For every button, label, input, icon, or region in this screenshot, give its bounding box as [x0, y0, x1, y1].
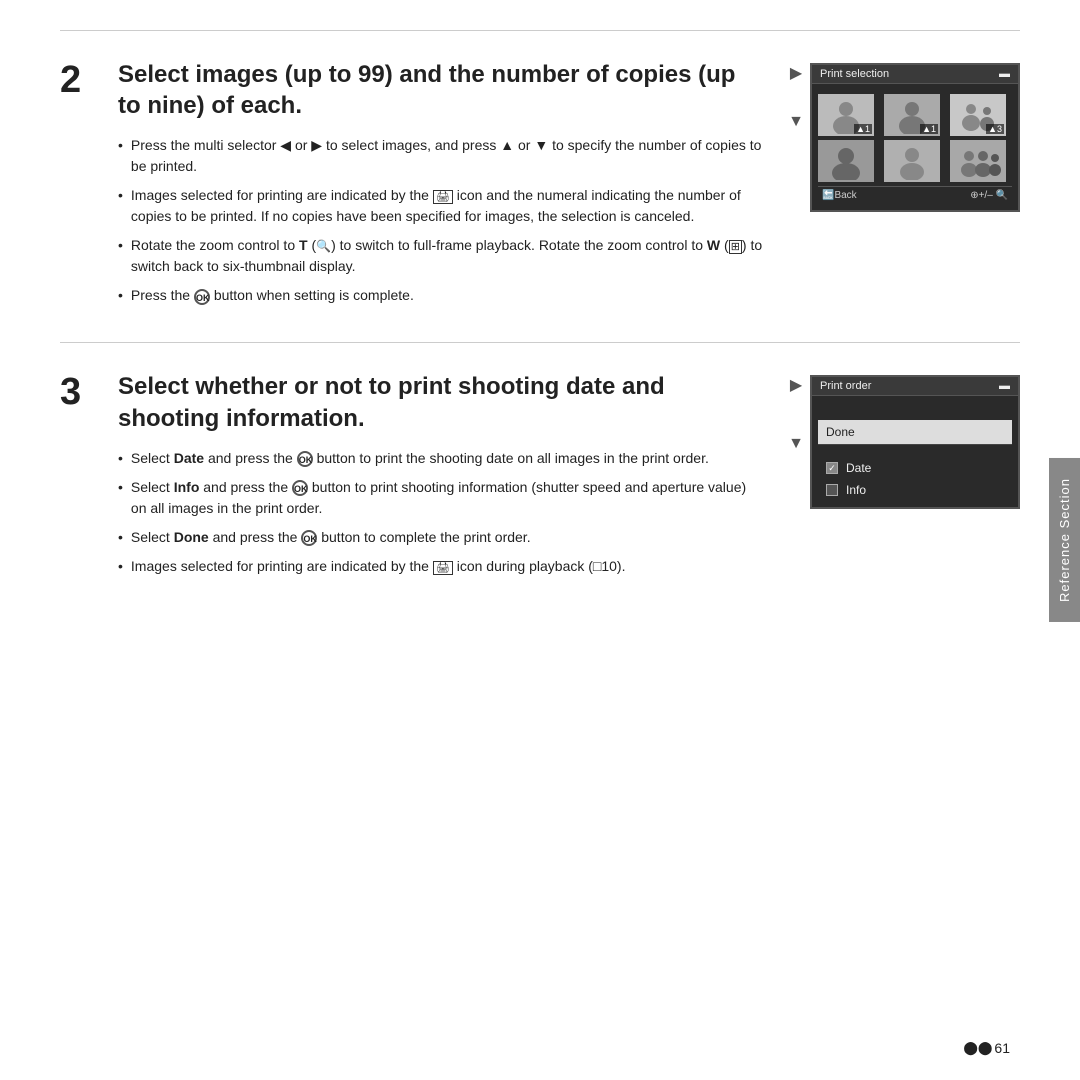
po-info-item: Info: [818, 479, 1012, 501]
bullet-3-3: Select Done and press the OK button to c…: [118, 527, 764, 548]
po-spacer: [818, 402, 1012, 420]
page-container: 2 Select images (up to 99) and the numbe…: [0, 0, 1080, 1080]
bullet-2-3-text: Rotate the zoom control to T (🔍) to swit…: [131, 235, 764, 277]
page-num-text: 61: [994, 1040, 1010, 1056]
bullet-2-2: Images selected for printing are indicat…: [118, 185, 764, 227]
section-2-content: Select images (up to 99) and the number …: [118, 59, 1020, 314]
camera-icon: ⬤⬤: [963, 1040, 992, 1056]
thumbnail-4: [818, 140, 874, 182]
thumb-3-count: ▲3: [986, 124, 1004, 134]
page-number: ⬤⬤ 61: [963, 1040, 1010, 1056]
down-arrow-icon-3: ▼: [788, 435, 804, 453]
section-2-bullets: Press the multi selector ◀ or ▶ to selec…: [118, 135, 764, 306]
reference-section-tab: Reference Section: [1049, 458, 1080, 622]
bullet-2-4: Press the OK button when setting is comp…: [118, 285, 764, 306]
bullet-2-4-text: Press the OK button when setting is comp…: [131, 285, 764, 306]
bullet-2-1-text: Press the multi selector ◀ or ▶ to selec…: [131, 135, 764, 177]
section-3-wrapper: Select whether or not to print shooting …: [118, 371, 1020, 584]
bullet-3-1-text: Select Date and press the OK button to p…: [131, 448, 764, 469]
ok-icon-3-1: OK: [297, 451, 313, 467]
thumb-1-count: ▲1: [854, 124, 872, 134]
section-2-number: 2: [60, 61, 98, 99]
thumbnails-row1: ▲1 ▲1: [818, 94, 1012, 136]
po-date-item: ✓ Date: [818, 457, 1012, 479]
play-arrow-icon-3: ▶: [790, 375, 802, 395]
thumbnails-row2: [818, 140, 1012, 182]
bullet-2-2-text: Images selected for printing are indicat…: [131, 185, 764, 227]
bullet-3-4: Images selected for printing are indicat…: [118, 556, 764, 577]
screen-title-2: Print selection: [820, 68, 889, 80]
section-3-heading: Select whether or not to print shooting …: [118, 371, 764, 433]
section-2-wrapper: Select images (up to 99) and the number …: [118, 59, 1020, 314]
bullet-3-2-text: Select Info and press the OK button to p…: [131, 477, 764, 519]
info-label: Info: [846, 483, 866, 497]
screen-nav-2: 🔙Back ⊕+/– 🔍: [818, 186, 1012, 204]
section-3: 3 Select whether or not to print shootin…: [60, 342, 1020, 604]
zoom-label: ⊕+/– 🔍: [970, 190, 1008, 201]
thumb-6-svg: [953, 142, 1003, 180]
po-title: Print order: [820, 380, 871, 392]
screen-body-2: ▲1 ▲1: [812, 84, 1018, 210]
nav-arrows-2: ▶ ▼: [788, 63, 804, 131]
bullet-3-2: Select Info and press the OK button to p…: [118, 477, 764, 519]
po-spacer2: [818, 445, 1012, 457]
thumbnail-6: [950, 140, 1006, 182]
section-3-number: 3: [60, 373, 98, 411]
thumb-4-svg: [821, 142, 871, 180]
bullet-3-3-text: Select Done and press the OK button to c…: [131, 527, 764, 548]
date-checkbox: ✓: [826, 462, 838, 474]
po-body: Done ✓ Date Info: [812, 396, 1018, 507]
section-3-left: Select whether or not to print shooting …: [118, 371, 764, 584]
section-3-screen-panel: ▶ ▼ Print order ▬ Done: [788, 375, 1020, 509]
nav-arrows-3: ▶ ▼: [788, 375, 804, 453]
down-arrow-icon: ▼: [788, 113, 804, 131]
section-2: 2 Select images (up to 99) and the numbe…: [60, 30, 1020, 334]
thumb-5-svg: [887, 142, 937, 180]
bullet-2-1: Press the multi selector ◀ or ▶ to selec…: [118, 135, 764, 177]
ok-icon-3-2: OK: [292, 480, 308, 496]
ok-icon-3-3: OK: [301, 530, 317, 546]
print-selection-screen: Print selection ▬: [810, 63, 1020, 212]
play-arrow-icon: ▶: [790, 63, 802, 83]
print-order-screen: Print order ▬ Done ✓ Date: [810, 375, 1020, 509]
back-label: 🔙Back: [822, 190, 857, 201]
section-2-screen-panel: ▶ ▼ Print selection ▬: [788, 63, 1020, 212]
bullet-3-1: Select Date and press the OK button to p…: [118, 448, 764, 469]
ok-button-icon: OK: [194, 289, 210, 305]
bullet-3-4-text: Images selected for printing are indicat…: [131, 556, 764, 577]
po-header: Print order ▬: [812, 377, 1018, 396]
date-label: Date: [846, 461, 871, 475]
info-checkbox: [826, 484, 838, 496]
bullet-2-3: Rotate the zoom control to T (🔍) to swit…: [118, 235, 764, 277]
section-2-left: Select images (up to 99) and the number …: [118, 59, 764, 314]
thumb-2-count: ▲1: [920, 124, 938, 134]
po-battery: ▬: [999, 380, 1010, 392]
section-2-heading: Select images (up to 99) and the number …: [118, 59, 764, 121]
po-done-item: Done: [818, 420, 1012, 445]
thumbnail-3: ▲3: [950, 94, 1006, 136]
screen-header-2: Print selection ▬: [812, 65, 1018, 84]
thumbnail-2: ▲1: [884, 94, 940, 136]
thumbnail-5: [884, 140, 940, 182]
section-3-bullets: Select Date and press the OK button to p…: [118, 448, 764, 577]
thumbnail-1: ▲1: [818, 94, 874, 136]
screen-battery-icon: ▬: [999, 68, 1010, 80]
section-3-content: Select whether or not to print shooting …: [118, 371, 1020, 584]
